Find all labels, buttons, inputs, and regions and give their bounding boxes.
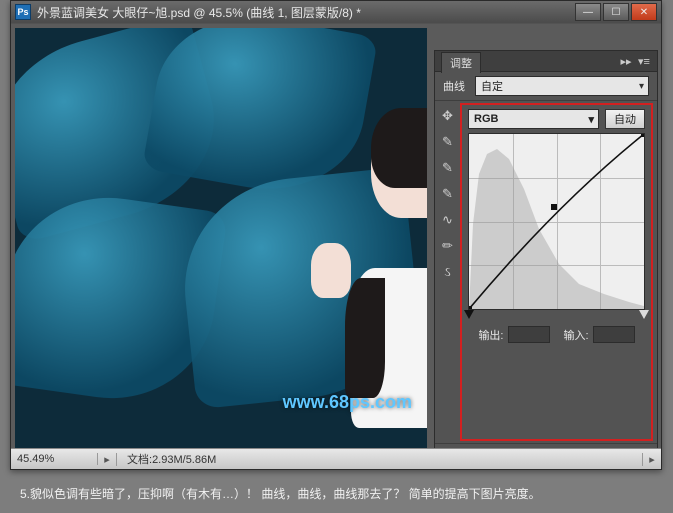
io-values: 输出: 输入: (468, 322, 645, 347)
app-icon: Ps (15, 4, 31, 20)
curves-tool-strip: ✥ ✎ ✎ ✎ ∿ ✏ ઽ (435, 101, 460, 443)
preset-select[interactable]: 自定 (475, 76, 649, 96)
panel-tabs: 调整 ▸▸ ▾≡ (435, 51, 657, 72)
preset-label: 曲线 (443, 78, 475, 94)
document-canvas[interactable]: www.68ps.com (15, 28, 427, 448)
status-bar: 45.49% ▸ 文档:2.93M/5.86M ▸ (11, 448, 661, 469)
black-point-handle[interactable] (464, 310, 474, 319)
eyedropper-white-icon[interactable]: ✎ (439, 185, 457, 203)
panel-collapse-icon[interactable]: ▸▸ (619, 55, 633, 67)
channel-select[interactable]: RGB (468, 109, 599, 129)
zoom-menu-icon[interactable]: ▸ (98, 453, 117, 466)
maximize-button[interactable]: ☐ (603, 3, 629, 21)
eyedropper-gray-icon[interactable]: ✎ (439, 159, 457, 177)
auto-button[interactable]: 自动 (605, 109, 645, 129)
close-button[interactable]: ✕ (631, 3, 657, 21)
status-menu-icon[interactable]: ▸ (642, 453, 661, 466)
output-value[interactable] (508, 326, 550, 343)
zoom-field[interactable]: 45.49% (11, 453, 98, 465)
tab-adjustments[interactable]: 调整 (441, 52, 481, 73)
eyedropper-black-icon[interactable]: ✎ (439, 133, 457, 151)
preset-row: 曲线 自定 (435, 72, 657, 101)
curve-line (469, 134, 644, 309)
watermark-text: www.68ps.com (283, 392, 412, 413)
input-label: 输入: (564, 327, 589, 343)
doc-size-value: 2.93M/5.86M (152, 454, 216, 466)
panel-menu-icon[interactable]: ▾≡ (637, 55, 651, 67)
input-range-slider[interactable] (469, 310, 644, 322)
white-point-handle[interactable] (639, 310, 649, 319)
output-label: 输出: (478, 327, 503, 343)
target-adjust-icon[interactable]: ✥ (439, 107, 457, 125)
doc-size-label: 文档: (127, 454, 152, 466)
curve-pencil-icon[interactable]: ✏ (439, 237, 457, 255)
adjustments-panel: 调整 ▸▸ ▾≡ 曲线 自定 ✥ ✎ ✎ ✎ ∿ ✏ ઽ (434, 50, 658, 469)
canvas-area: www.68ps.com 调整 ▸▸ ▾≡ 曲线 自定 ✥ ✎ ✎ ✎ (11, 24, 661, 449)
window-title: 外景蓝调美女 大眼仔~旭.psd @ 45.5% (曲线 1, 图层蒙版/8) … (37, 4, 575, 21)
curves-graph[interactable] (468, 133, 645, 310)
tutorial-caption: 5.貌似色调有些暗了，压抑啊（有木有…）！ 曲线，曲线，曲线那去了？ 简单的提高… (10, 479, 663, 507)
curve-smooth-icon[interactable]: ∿ (439, 211, 457, 229)
curves-editor-highlight: RGB 自动 (460, 103, 653, 441)
minimize-button[interactable]: — (575, 3, 601, 21)
title-bar: Ps 外景蓝调美女 大眼仔~旭.psd @ 45.5% (曲线 1, 图层蒙版/… (11, 1, 661, 23)
input-value[interactable] (593, 326, 635, 343)
app-window: Ps 外景蓝调美女 大眼仔~旭.psd @ 45.5% (曲线 1, 图层蒙版/… (10, 0, 662, 470)
figure-shape (341, 128, 427, 428)
curve-smoothline-icon[interactable]: ઽ (439, 263, 457, 281)
